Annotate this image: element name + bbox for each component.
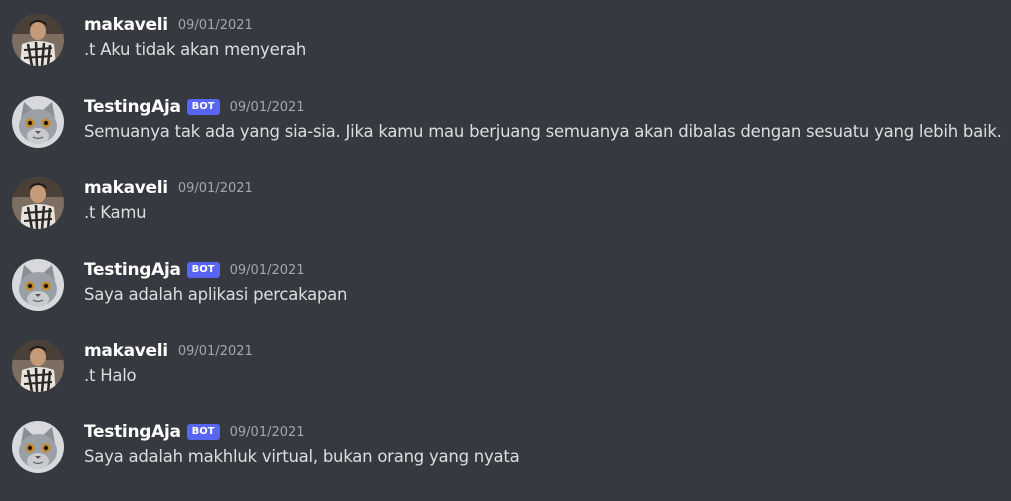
timestamp[interactable]: 09/01/2021 [178,344,253,359]
message-content: Saya adalah makhluk virtual, bukan orang… [84,447,520,466]
message-content: .t Halo [84,366,137,385]
username[interactable]: makaveli [84,15,168,35]
username[interactable]: TestingAja [84,97,181,117]
username[interactable]: TestingAja [84,422,181,442]
message: TestingAja BOT 09/01/2021 Saya adalah ma… [0,421,1011,483]
bot-avatar[interactable] [12,259,64,311]
message-header: TestingAja BOT 09/01/2021 [84,95,305,119]
user-photo-icon [12,340,64,392]
message-content: .t Kamu [84,203,147,222]
timestamp[interactable]: 09/01/2021 [230,100,305,115]
bot-badge: BOT [186,262,220,278]
message-content: Semuanya tak ada yang sia-sia. Jika kamu… [84,122,1002,141]
message: makaveli 09/01/2021 .t Aku tidak akan me… [0,14,1011,76]
user-avatar[interactable] [12,177,64,229]
cat-icon [12,96,64,148]
user-photo-icon [12,177,64,229]
message-header: makaveli 09/01/2021 [84,176,253,200]
cat-icon [12,259,64,311]
username[interactable]: makaveli [84,178,168,198]
message: TestingAja BOT 09/01/2021 Saya adalah ap… [0,259,1011,321]
message-content: Saya adalah aplikasi percakapan [84,285,348,304]
message-header: makaveli 09/01/2021 [84,13,253,37]
user-avatar[interactable] [12,14,64,66]
message-header: TestingAja BOT 09/01/2021 [84,258,305,282]
message: TestingAja BOT 09/01/2021 Semuanya tak a… [0,96,1011,158]
bot-badge: BOT [186,99,220,115]
message-header: TestingAja BOT 09/01/2021 [84,420,305,444]
bot-avatar[interactable] [12,96,64,148]
message: makaveli 09/01/2021 .t Halo [0,340,1011,402]
username[interactable]: TestingAja [84,260,181,280]
bot-avatar[interactable] [12,421,64,473]
message-content: .t Aku tidak akan menyerah [84,40,307,59]
timestamp[interactable]: 09/01/2021 [178,18,253,33]
timestamp[interactable]: 09/01/2021 [230,425,305,440]
cat-icon [12,421,64,473]
chat-messages: makaveli 09/01/2021 .t Aku tidak akan me… [0,0,1011,501]
message-header: makaveli 09/01/2021 [84,339,253,363]
timestamp[interactable]: 09/01/2021 [178,181,253,196]
timestamp[interactable]: 09/01/2021 [230,263,305,278]
username[interactable]: makaveli [84,341,168,361]
bot-badge: BOT [186,424,220,440]
user-avatar[interactable] [12,340,64,392]
user-photo-icon [12,14,64,66]
message: makaveli 09/01/2021 .t Kamu [0,177,1011,239]
